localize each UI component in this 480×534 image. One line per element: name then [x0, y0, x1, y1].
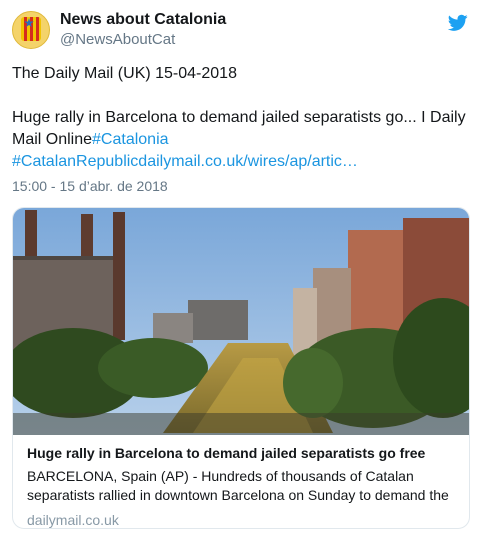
twitter-bird-icon[interactable] — [448, 14, 468, 32]
card-text: Huge rally in Barcelona to demand jailed… — [27, 444, 459, 528]
avatar[interactable] — [12, 11, 50, 49]
tweet-text-line2: Huge rally in Barcelona to demand jailed… — [12, 109, 466, 126]
author-handle[interactable]: @NewsAboutCat — [60, 30, 226, 50]
tweet-text-fragment: Mail Online — [12, 131, 93, 148]
tweet-text-line1: The Daily Mail (UK) 15-04-2018 — [12, 65, 237, 82]
card-description: BARCELONA, Spain (AP) - Hundreds of thou… — [27, 467, 459, 505]
card-title[interactable]: Huge rally in Barcelona to demand jailed… — [27, 444, 459, 463]
tweet: News about Catalonia @NewsAboutCat The D… — [0, 0, 480, 534]
card-domain[interactable]: dailymail.co.uk — [27, 511, 459, 528]
hashtag-catalonia-link[interactable]: #Catalonia — [92, 131, 169, 148]
tweet-text-line4: #CatalanRepublicdailymail.co.uk/wires/ap… — [12, 151, 468, 173]
author-names: News about Catalonia @NewsAboutCat — [60, 10, 226, 50]
author-display-name[interactable]: News about Catalonia — [60, 10, 226, 30]
link-preview-card[interactable]: Huge rally in Barcelona to demand jailed… — [12, 207, 470, 529]
card-description-line2: separatists rallied in downtown Barcelon… — [27, 487, 449, 503]
tweet-text-line3: Mail Online#Catalonia — [12, 129, 468, 151]
article-url-link[interactable]: #CatalanRepublicdailymail.co.uk/wires/ap… — [12, 153, 358, 170]
card-description-line1: BARCELONA, Spain (AP) - Hundreds of thou… — [27, 468, 414, 484]
card-photo[interactable] — [13, 208, 469, 435]
tweet-timestamp[interactable]: 15:00 - 15 d’abr. de 2018 — [12, 176, 168, 196]
tweet-header: News about Catalonia @NewsAboutCat — [12, 10, 226, 50]
catalan-flag-icon — [21, 17, 41, 41]
